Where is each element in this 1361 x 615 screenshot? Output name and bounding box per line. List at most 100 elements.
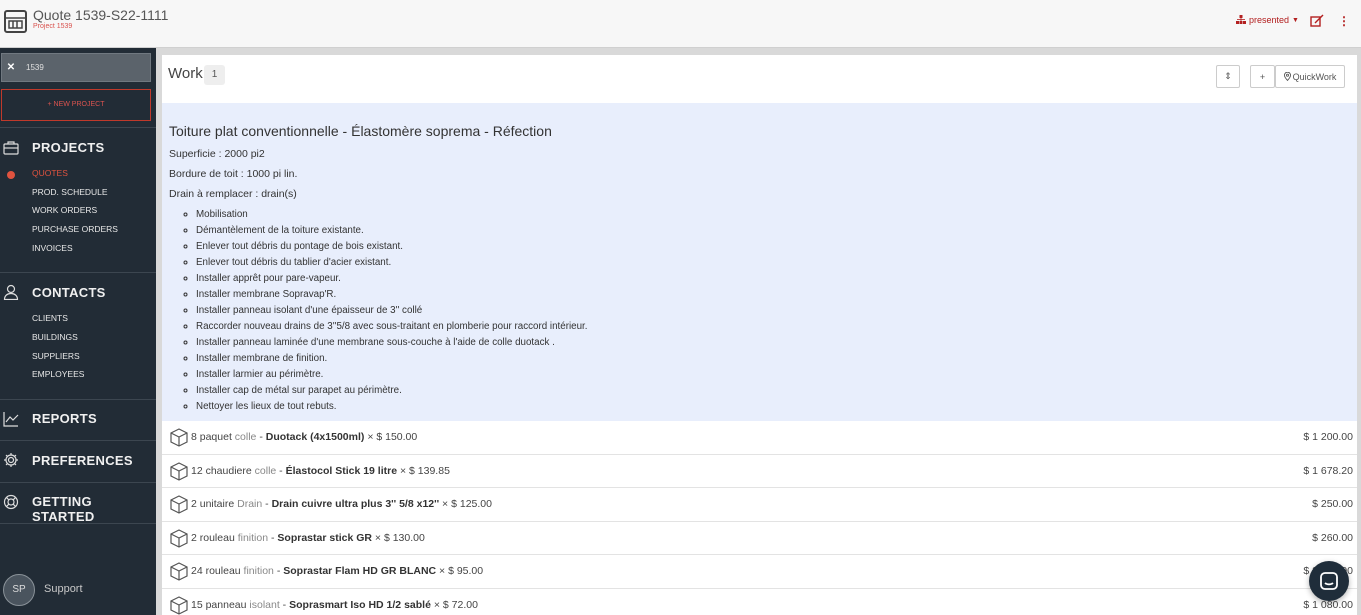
chat-button[interactable]	[1309, 561, 1349, 601]
material-qty: 2 unitaire	[191, 498, 234, 510]
task-item: Enlever tout débris du tablier d'acier e…	[196, 256, 587, 272]
material-qty: 12 chaudiere	[191, 465, 252, 477]
gear-icon	[3, 452, 19, 468]
material-row[interactable]: 24 rouleau finition - Soprastar Flam HD …	[162, 555, 1357, 589]
status-dropdown[interactable]: presented ▼	[1236, 15, 1299, 25]
task-item: Mobilisation	[196, 208, 587, 224]
clear-search-icon[interactable]: ✕	[2, 62, 20, 73]
lifebuoy-icon	[3, 494, 19, 510]
material-category: colle	[235, 431, 257, 443]
material-text: 15 panneau isolant - Soprasmart Iso HD 1…	[191, 599, 478, 611]
section-contacts[interactable]: CONTACTS	[32, 285, 106, 300]
app-logo-icon[interactable]	[4, 10, 27, 33]
sidebar-item-suppliers[interactable]: SUPPLIERS	[32, 351, 80, 361]
material-row[interactable]: 8 paquet colle - Duotack (4x1500ml) × $ …	[162, 421, 1357, 455]
box-icon	[169, 562, 189, 581]
add-work-button[interactable]: +	[1250, 65, 1275, 88]
new-project-button[interactable]: + NEW PROJECT	[1, 89, 151, 121]
sidebar-item-clients[interactable]: CLIENTS	[32, 313, 68, 323]
task-item: Installer membrane Sopravap'R.	[196, 288, 587, 304]
material-text: 8 paquet colle - Duotack (4x1500ml) × $ …	[191, 431, 417, 443]
material-total: $ 250.00	[1312, 498, 1353, 510]
material-total: $ 1 200.00	[1303, 431, 1353, 443]
briefcase-icon	[3, 140, 19, 156]
work-item-title: Toiture plat conventionnelle - Élastomèr…	[169, 123, 552, 139]
section-reports[interactable]: REPORTS	[32, 411, 97, 426]
material-row[interactable]: 12 chaudiere colle - Élastocol Stick 19 …	[162, 455, 1357, 489]
material-category: colle	[255, 465, 277, 477]
material-name: Élastocol Stick 19 litre	[286, 465, 397, 477]
task-item: Raccorder nouveau drains de 3''5/8 avec …	[196, 320, 587, 336]
sidebar-item-work-orders[interactable]: WORK ORDERS	[32, 205, 97, 215]
description-line: Bordure de toit : 1000 pi lin.	[169, 168, 297, 180]
material-text: 2 unitaire Drain - Drain cuivre ultra pl…	[191, 498, 492, 510]
sidebar-item-employees[interactable]: EMPLOYEES	[32, 369, 84, 379]
page-title: Quote 1539-S22-1111	[33, 7, 168, 23]
material-text: 12 chaudiere colle - Élastocol Stick 19 …	[191, 465, 450, 477]
task-item: Installer membrane de finition.	[196, 352, 587, 368]
material-row[interactable]: 2 unitaire Drain - Drain cuivre ultra pl…	[162, 488, 1357, 522]
material-unit-price: × $ 150.00	[367, 431, 417, 443]
material-name: Duotack (4x1500ml)	[266, 431, 365, 443]
box-icon	[169, 462, 189, 481]
task-item: Enlever tout débris du pontage de bois e…	[196, 240, 587, 256]
material-unit-price: × $ 95.00	[439, 565, 483, 577]
material-text: 2 rouleau finition - Soprastar stick GR …	[191, 532, 425, 544]
material-name: Soprastar stick GR	[277, 532, 372, 544]
box-icon	[169, 596, 189, 615]
description-line: Superficie : 2000 pi2	[169, 148, 265, 160]
quickwork-button[interactable]: QuickWork	[1275, 65, 1345, 88]
search-input[interactable]	[26, 63, 146, 72]
sidebar: ✕ + NEW PROJECT PROJECTS QUOTES PROD. SC…	[0, 48, 156, 615]
material-total: $ 260.00	[1312, 532, 1353, 544]
sidebar-item-invoices[interactable]: INVOICES	[32, 243, 73, 253]
task-item: Installer panneau laminée d'une membrane…	[196, 336, 587, 352]
sidebar-item-buildings[interactable]: BUILDINGS	[32, 332, 78, 342]
material-unit-price: × $ 125.00	[442, 498, 492, 510]
task-item: Nettoyer les lieux de tout rebuts.	[196, 400, 587, 416]
section-getting-started[interactable]: GETTING STARTED	[32, 494, 156, 524]
top-header: Quote 1539-S22-1111 Project 1539 present…	[0, 0, 1361, 48]
material-name: Drain cuivre ultra plus 3'' 5/8 x12''	[272, 498, 440, 510]
material-qty: 8 paquet	[191, 431, 232, 443]
support-link[interactable]: Support	[44, 583, 83, 595]
task-item: Installer cap de métal sur parapet au pé…	[196, 384, 587, 400]
material-qty: 2 rouleau	[191, 532, 235, 544]
avatar[interactable]: SP	[3, 574, 35, 606]
material-unit-price: × $ 139.85	[400, 465, 450, 477]
task-item: Installer larmier au périmètre.	[196, 368, 587, 384]
divider	[0, 523, 156, 524]
material-category: isolant	[249, 599, 279, 611]
sort-button[interactable]: ⇕	[1216, 65, 1240, 88]
edit-icon[interactable]	[1310, 14, 1324, 28]
sidebar-item-quotes[interactable]: QUOTES	[32, 168, 68, 178]
material-row[interactable]: 2 rouleau finition - Soprastar stick GR …	[162, 522, 1357, 556]
sidebar-item-prod-schedule[interactable]: PROD. SCHEDULE	[32, 187, 108, 197]
divider	[0, 440, 156, 441]
material-unit-price: × $ 130.00	[375, 532, 425, 544]
pin-icon	[1284, 72, 1291, 81]
plus-icon: +	[1260, 72, 1265, 82]
work-description[interactable]: Toiture plat conventionnelle - Élastomèr…	[162, 103, 1357, 421]
section-preferences[interactable]: PREFERENCES	[32, 453, 133, 468]
task-item: Démantèlement de la toiture existante.	[196, 224, 587, 240]
material-qty: 24 rouleau	[191, 565, 241, 577]
section-projects[interactable]: PROJECTS	[32, 140, 104, 155]
status-label: presented	[1249, 15, 1289, 25]
box-icon	[169, 428, 189, 447]
material-name: Soprasmart Iso HD 1/2 sablé	[289, 599, 431, 611]
more-options-icon[interactable]: ⋮	[1338, 14, 1348, 28]
project-link[interactable]: Project 1539	[33, 23, 72, 30]
user-icon	[3, 284, 19, 300]
box-icon	[169, 529, 189, 548]
material-category: finition	[244, 565, 274, 577]
material-unit-price: × $ 72.00	[434, 599, 478, 611]
sort-icon: ⇕	[1224, 71, 1232, 82]
material-category: Drain	[237, 498, 262, 510]
material-row[interactable]: 15 panneau isolant - Soprasmart Iso HD 1…	[162, 589, 1357, 615]
chat-icon	[1319, 571, 1339, 591]
task-list: Mobilisation Démantèlement de la toiture…	[196, 208, 587, 416]
sidebar-item-purchase-orders[interactable]: PURCHASE ORDERS	[32, 224, 118, 234]
material-category: finition	[238, 532, 268, 544]
material-text: 24 rouleau finition - Soprastar Flam HD …	[191, 565, 483, 577]
